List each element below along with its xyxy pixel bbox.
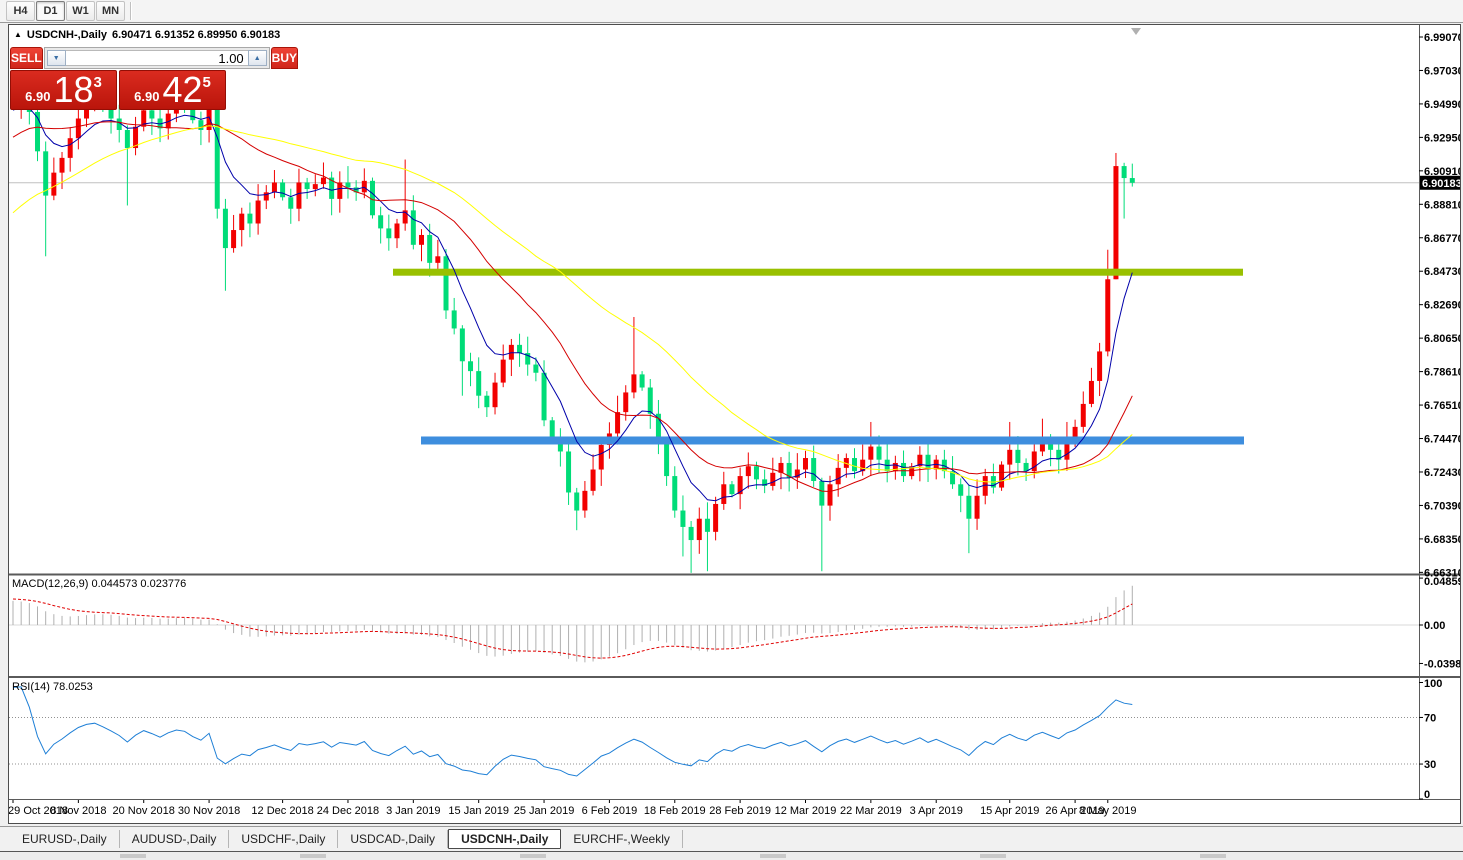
date-axis-label: 12 Dec 2018 (251, 805, 313, 817)
timeframe-toolbar: H4D1W1MN (0, 0, 1463, 23)
price-axis-label: 6.80650 (1424, 333, 1460, 345)
price-axis-label: 6.84730 (1424, 266, 1460, 278)
current-price-tag-text: 6.90183 (1422, 178, 1460, 190)
chart-tab-usdcad[interactable]: USDCAD-,Daily (338, 830, 448, 848)
timeframe-button-d1[interactable]: D1 (36, 1, 65, 21)
toolbar-separator (130, 2, 132, 20)
ma-line-20 (13, 122, 1132, 492)
price-axis-label: 6.97030 (1424, 65, 1460, 77)
date-axis-label: 30 Nov 2018 (178, 805, 240, 817)
sliver-mark (980, 854, 1006, 858)
chart-title: ▲ USDCNH-,Daily 6.90471 6.91352 6.89950 … (14, 29, 280, 41)
sell-button[interactable]: SELL (10, 47, 43, 69)
price-axis-label: 6.70390 (1424, 500, 1460, 512)
sliver-mark (300, 854, 326, 858)
trade-controls-row: SELL ▼ ▲ BUY (10, 47, 226, 69)
macd-label: MACD(12,26,9) 0.044573 0.023776 (12, 578, 186, 590)
sliver-mark (520, 854, 546, 858)
drawn-hline-0 (393, 269, 1243, 276)
price-axis-label: 6.78610 (1424, 367, 1460, 379)
date-axis-label: 20 Nov 2018 (113, 805, 175, 817)
macd-signal-line (13, 599, 1132, 658)
trade-quotes-row: 6.90 18 3 6.90 42 5 (10, 70, 226, 110)
candles-layer (11, 82, 1135, 573)
ma-line-40 (13, 126, 1132, 482)
date-axis-label: 3 Jan 2019 (386, 805, 440, 817)
buy-price-point: 5 (203, 74, 211, 91)
price-axis-label: 6.92950 (1424, 132, 1460, 144)
buy-quote-box[interactable]: 6.90 42 5 (119, 70, 226, 110)
buy-price-prefix: 6.90 (134, 89, 159, 104)
buy-price-pips: 42 (162, 72, 202, 108)
macd-panel (9, 586, 1419, 663)
date-axis-label: 3 Apr 2019 (910, 805, 963, 817)
rsi-line (13, 687, 1132, 776)
chart-tab-eurusd[interactable]: EURUSD-,Daily (10, 830, 120, 848)
chart-canvas[interactable]: 6.990706.970306.949906.929506.909106.888… (9, 25, 1460, 822)
date-axis-label: 8 Nov 2018 (50, 805, 106, 817)
price-axis-label: 6.82690 (1424, 300, 1460, 312)
chart-tab-audusd[interactable]: AUDUSD-,Daily (120, 830, 230, 848)
chart-tab-usdcnh[interactable]: USDCNH-,Daily (448, 829, 561, 849)
volume-increase-icon[interactable]: ▲ (248, 50, 267, 66)
macd-axis-label: -0.039856 (1424, 658, 1460, 670)
chart-ohlc-values: 6.90471 6.91352 6.89950 6.90183 (112, 29, 280, 41)
timeframe-button-w1[interactable]: W1 (66, 1, 95, 21)
sell-price-point: 3 (94, 74, 102, 91)
volume-spinner: ▼ ▲ (44, 47, 270, 69)
date-axis-label: 25 Jan 2019 (514, 805, 575, 817)
date-axis-label: 18 Feb 2019 (644, 805, 706, 817)
date-axis-label: 8 May 2019 (1079, 805, 1136, 817)
drawn-hline-1 (421, 436, 1244, 444)
price-axis-label: 6.86770 (1424, 233, 1460, 245)
price-axis-label: 6.74470 (1424, 434, 1460, 446)
timeframe-button-h4[interactable]: H4 (6, 1, 35, 21)
macd-axis-label: 0.048594 (1424, 576, 1460, 588)
timeframe-button-mn[interactable]: MN (96, 1, 125, 21)
main-price-panel (9, 82, 1419, 573)
date-axis-label: 22 Mar 2019 (840, 805, 902, 817)
macd-axis-label: 0.00 (1424, 620, 1445, 632)
date-axis-label: 28 Feb 2019 (709, 805, 771, 817)
date-axis-label: 15 Apr 2019 (980, 805, 1039, 817)
sliver-mark (1200, 854, 1226, 858)
price-axis-label: 6.76510 (1424, 400, 1460, 412)
rsi-axis-label: 30 (1424, 759, 1436, 771)
date-axis-label: 24 Dec 2018 (317, 805, 379, 817)
collapse-arrow-icon[interactable]: ▲ (14, 31, 22, 39)
chart-symbol-label: USDCNH-,Daily (27, 29, 107, 41)
sliver-mark (760, 854, 786, 858)
sell-price-pips: 18 (53, 72, 93, 108)
date-axis-label: 15 Jan 2019 (448, 805, 509, 817)
volume-decrease-icon[interactable]: ▼ (47, 50, 66, 66)
price-axis-label: 6.94990 (1424, 99, 1460, 111)
date-axis-label: 12 Mar 2019 (775, 805, 837, 817)
chart-tab-bar: EURUSD-,DailyAUDUSD-,DailyUSDCHF-,DailyU… (0, 826, 1463, 850)
rsi-axis-label: 0 (1424, 789, 1430, 801)
rsi-label: RSI(14) 78.0253 (12, 681, 93, 693)
chart-shift-marker-icon (1131, 28, 1141, 35)
rsi-axis-label: 70 (1424, 712, 1436, 724)
one-click-trade-panel: SELL ▼ ▲ BUY 6.90 18 3 6.90 42 5 (10, 47, 226, 110)
rsi-panel (9, 687, 1419, 776)
sell-price-prefix: 6.90 (25, 89, 50, 104)
sell-quote-box[interactable]: 6.90 18 3 (10, 70, 117, 110)
sliver-mark (120, 854, 146, 858)
price-axis-label: 6.68350 (1424, 534, 1460, 546)
chart-tab-usdchf[interactable]: USDCHF-,Daily (229, 830, 338, 848)
volume-input[interactable] (66, 50, 248, 66)
price-axis-label: 6.99070 (1424, 32, 1460, 44)
rsi-axis-label: 100 (1424, 678, 1442, 690)
price-axis-label: 6.72430 (1424, 467, 1460, 479)
chart-window: 6.990706.970306.949906.929506.909106.888… (8, 24, 1461, 824)
chart-tab-eurchf[interactable]: EURCHF-,Weekly (561, 830, 682, 848)
date-axis-label: 6 Feb 2019 (582, 805, 638, 817)
price-axis-label: 6.88810 (1424, 199, 1460, 211)
buy-button[interactable]: BUY (271, 47, 298, 69)
